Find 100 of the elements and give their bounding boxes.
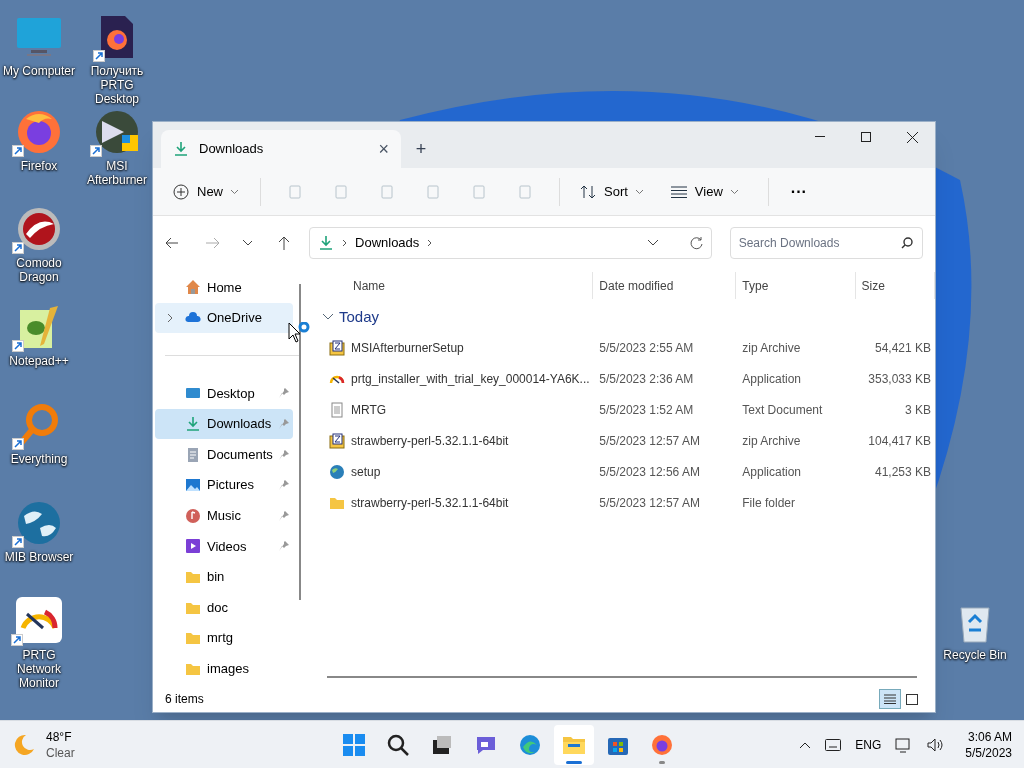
clock[interactable]: 3:06 AM 5/5/2023 [965,728,1012,761]
sort-button[interactable]: Sort [574,175,649,208]
folder-icon [185,569,201,585]
nav-item[interactable]: images [155,653,293,685]
close-icon [906,131,918,143]
column-header[interactable]: Size [855,272,935,299]
nav-item[interactable]: doc [155,592,293,623]
picture-icon [185,477,201,494]
file-name: strawberry-perl-5.32.1.1-64bit [351,432,509,450]
document-icon [185,446,201,463]
back-arrow-icon [165,237,179,249]
nav-item[interactable]: Downloads [155,408,293,440]
view-button[interactable]: View [654,175,754,208]
afterburner-icon [94,109,140,155]
folder-icon [185,630,201,647]
size-cell-text: 54,421 KB [874,339,931,357]
file-row[interactable]: setup 5/5/2023 12:56 AM Application 41,253 KB [323,456,935,487]
shortcut-label: My Computer [3,64,75,78]
pin-icon [279,480,289,491]
shortcut-label: PRTG Network Monitor [16,648,62,690]
column-header[interactable]: Date modified [593,272,737,299]
pin-icon [279,419,289,430]
moon-icon [12,732,36,757]
pin-icon [279,541,289,552]
details-view-button[interactable] [879,689,901,709]
shortcut-label: Comodo Dragon [15,256,63,284]
nav-item[interactable]: Documents [155,439,293,470]
caret-icon [635,189,643,194]
firefox-icon [16,109,62,155]
search-icon [901,237,913,249]
window-tab[interactable]: Downloads × [161,130,401,168]
chevron-right-icon [342,239,347,247]
new-button[interactable]: New [165,175,246,208]
running-indicator [659,760,665,764]
house-icon [185,279,201,296]
chevron-up-icon [799,740,812,749]
file-name: strawberry-perl-5.32.1.1-64bit [351,494,509,512]
shortcut-label: Notepad++ [9,354,69,368]
nav-item[interactable]: Videos [155,531,293,562]
pin-icon [279,510,289,521]
date-cell-text: 5/5/2023 12:57 AM [598,432,701,450]
size-cell-text: 353,033 KB [868,370,931,388]
size-cell-text: 104,417 KB [868,432,931,450]
chevron-down-icon [647,240,658,246]
up-arrow-icon [277,236,289,250]
file-name: setup [351,463,381,481]
download-icon [185,416,201,433]
film-icon [185,538,201,555]
more-button[interactable]: ··· [782,179,815,204]
file-row[interactable]: MRTG 5/5/2023 1:52 AM Text Document 3 KB [323,394,935,425]
shortcut-label: MSI Afterburner [86,159,148,187]
weather-condition: Clear [46,744,75,761]
list-icon [884,694,896,704]
file-name: MRTG [351,401,387,419]
nav-item[interactable]: Music [155,500,293,532]
caret-icon [231,189,238,194]
nav-item[interactable]: mrtg [155,622,293,654]
minimize-icon [815,136,825,138]
column-header[interactable]: Name [323,272,594,299]
temperature: 48°F [46,728,73,745]
search-icon [386,732,410,757]
size-cell-text: 3 KB [905,401,931,419]
search-field[interactable]: Search Downloads [729,227,923,259]
forward-arrow-icon [205,237,220,249]
file-row[interactable]: strawberry-perl-5.32.1.1-64bit 5/5/2023 12:57 AM zip Archive 104,417 KB [323,425,935,456]
address-bar[interactable]: Downloads [309,227,712,259]
globe-icon [16,500,62,546]
type-cell-text: Application [741,370,802,388]
nav-item[interactable]: Pictures [155,469,293,501]
close-tab-button[interactable]: × [378,135,389,163]
chevron-down-icon [242,240,253,246]
type-cell-text: zip Archive [741,432,802,450]
weather-widget[interactable]: 48°F Clear [12,728,312,761]
type-cell-text: Text Document [741,401,824,419]
chevron-right-icon [427,239,433,247]
file-name: MSIAfterburnerSetup [351,339,464,357]
refresh-icon [689,236,703,250]
file-name: prtg_installer_with_trial_key_000014-YA6K... [351,370,590,388]
running-indicator [566,760,582,764]
pin-icon [279,449,289,460]
archive-icon [329,339,345,356]
type-cell-text: File folder [741,494,796,512]
nav-item[interactable]: Desktop [155,378,293,409]
group-header: Today [339,306,380,327]
nav-item[interactable]: OneDrive [155,302,293,334]
new-tab-button[interactable]: + [401,130,441,168]
file-row[interactable]: prtg_installer_with_trial_key_000014-YA6K... 5/5/2023 2:36 AM Application 353,033 KB [323,363,935,394]
edge-icon [518,732,542,757]
file-row[interactable]: strawberry-perl-5.32.1.1-64bit 5/5/2023 12:57 AM File folder [323,487,935,518]
item-count: 6 items [165,691,205,708]
speaker-icon [927,736,946,753]
lines-icon [670,185,687,198]
globe-icon [329,463,345,480]
file-row[interactable]: MSIAfterburnerSetup 5/5/2023 2:55 AM zip Archive 54,421 KB [323,332,935,363]
date-cell-text: 5/5/2023 12:57 AM [598,494,701,512]
column-header[interactable]: Type [736,272,856,299]
nav-item[interactable]: Home [155,272,293,303]
nav-item[interactable]: bin [155,561,293,593]
shortcut-label: Recycle Bin [943,648,1007,662]
windows-logo-icon [342,732,366,757]
